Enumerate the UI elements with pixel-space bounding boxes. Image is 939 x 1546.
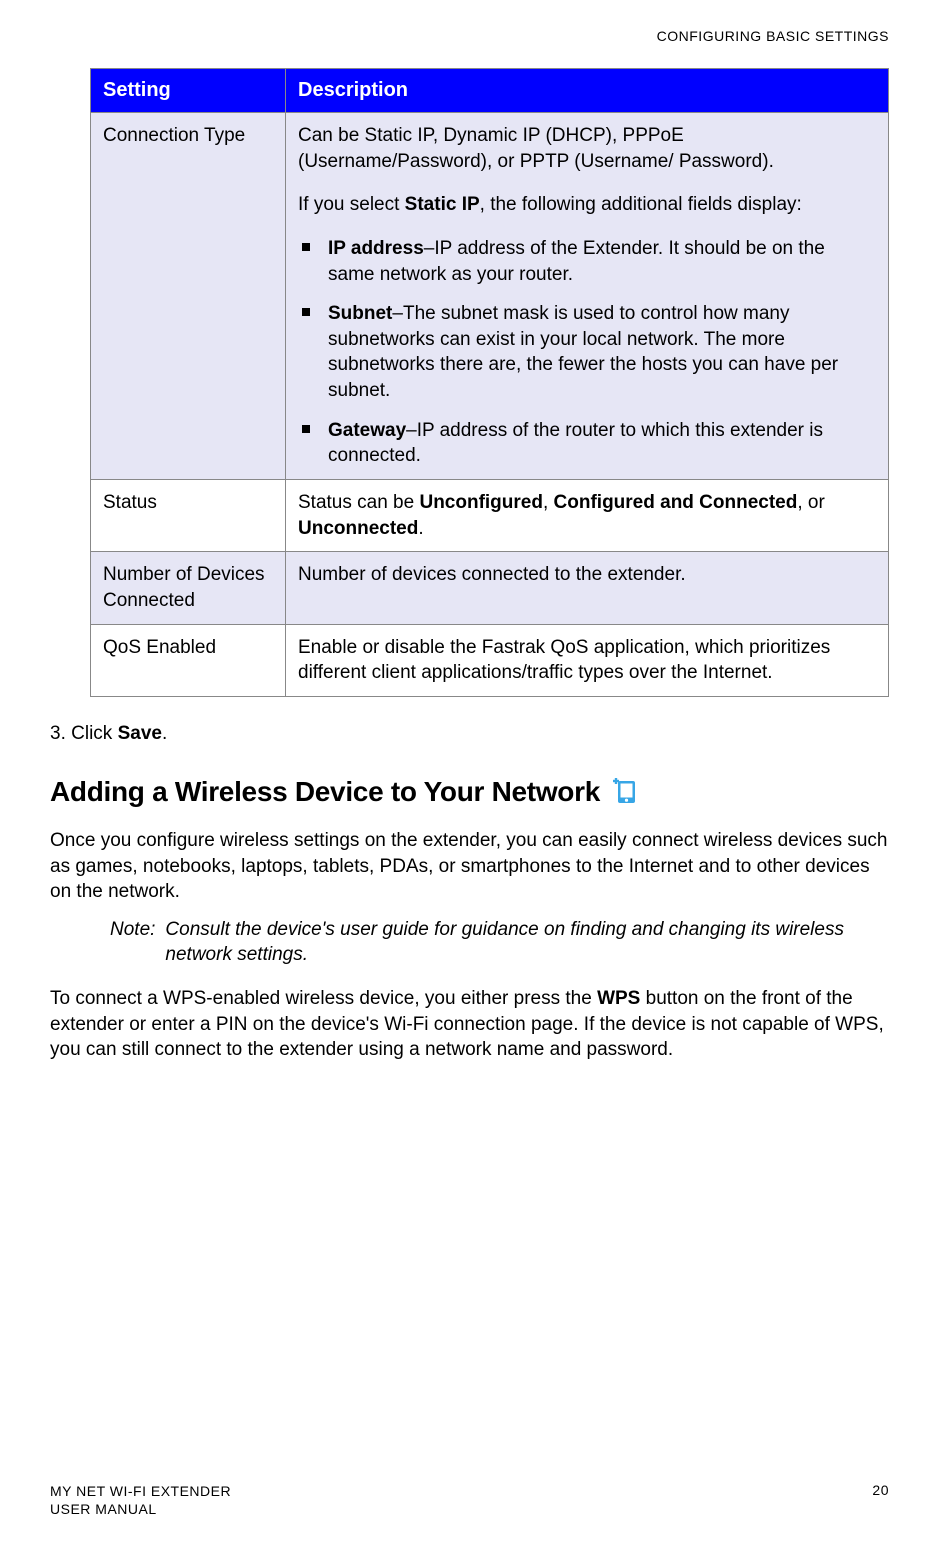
list-item: Subnet–The subnet mask is used to contro… xyxy=(298,301,876,404)
note-text: Consult the device's user guide for guid… xyxy=(165,917,889,968)
description-cell-num-devices: Number of devices connected to the exten… xyxy=(286,552,889,624)
table-row: Status Status can be Unconfigured, Confi… xyxy=(91,480,889,552)
setting-cell-num-devices: Number of Devices Connected xyxy=(91,552,286,624)
connection-type-static-note: If you select Static IP, the following a… xyxy=(298,192,876,218)
setting-cell-status: Status xyxy=(91,480,286,552)
connection-type-bullet-list: IP address–IP address of the Extender. I… xyxy=(298,236,876,469)
description-cell-qos: Enable or disable the Fastrak QoS applic… xyxy=(286,624,889,696)
settings-table: Setting Description Connection Type Can … xyxy=(90,68,889,697)
section-heading-adding-wireless: Adding a Wireless Device to Your Network xyxy=(50,776,600,808)
table-header-setting: Setting xyxy=(91,69,286,113)
note-label: Note: xyxy=(110,917,155,968)
footer-product-name: MY NET WI-FI EXTENDER USER MANUAL xyxy=(50,1482,231,1518)
add-device-icon xyxy=(610,775,640,810)
table-row: Number of Devices Connected Number of de… xyxy=(91,552,889,624)
section-para-1: Once you configure wireless settings on … xyxy=(50,828,889,905)
setting-cell-connection-type: Connection Type xyxy=(91,113,286,480)
table-header-description: Description xyxy=(286,69,889,113)
connection-type-intro: Can be Static IP, Dynamic IP (DHCP), PPP… xyxy=(298,123,876,174)
table-row: QoS Enabled Enable or disable the Fastra… xyxy=(91,624,889,696)
section-heading-row: Adding a Wireless Device to Your Network xyxy=(50,775,889,810)
description-cell-connection-type: Can be Static IP, Dynamic IP (DHCP), PPP… xyxy=(286,113,889,480)
list-item: IP address–IP address of the Extender. I… xyxy=(298,236,876,287)
page-header-topic: CONFIGURING BASIC SETTINGS xyxy=(50,28,889,44)
list-item: Gateway–IP address of the router to whic… xyxy=(298,418,876,469)
step-3-click-save: 3. Click Save. xyxy=(50,723,889,745)
description-cell-status: Status can be Unconfigured, Configured a… xyxy=(286,480,889,552)
footer-page-number: 20 xyxy=(872,1482,889,1518)
section-para-2: To connect a WPS-enabled wireless device… xyxy=(50,986,889,1063)
note-row: Note: Consult the device's user guide fo… xyxy=(110,917,889,968)
setting-cell-qos: QoS Enabled xyxy=(91,624,286,696)
table-row: Connection Type Can be Static IP, Dynami… xyxy=(91,113,889,480)
page-footer: MY NET WI-FI EXTENDER USER MANUAL 20 xyxy=(50,1482,889,1518)
